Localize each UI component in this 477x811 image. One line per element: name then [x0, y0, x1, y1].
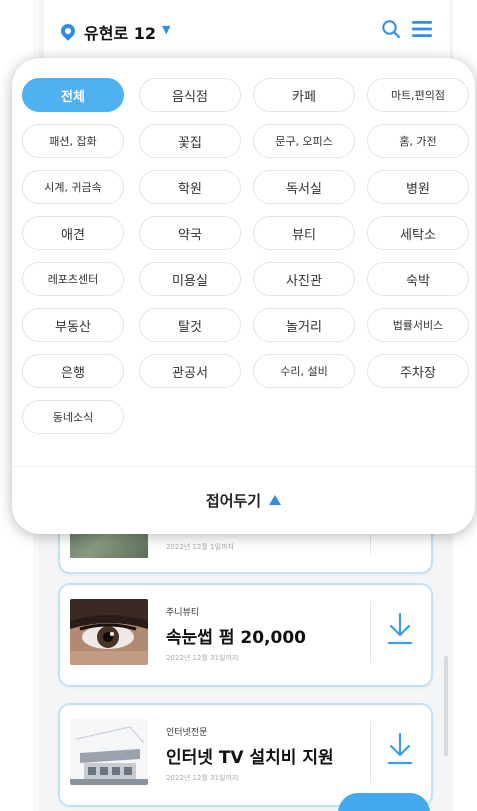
category-chip-real-estate[interactable]: 부동산 — [22, 308, 124, 342]
category-chip-mart[interactable]: 마트,편의점 — [367, 78, 469, 112]
panel-divider — [12, 466, 475, 467]
category-chip-watch[interactable]: 시계, 귀금속 — [22, 170, 124, 204]
category-chip-restaurant[interactable]: 음식점 — [139, 78, 241, 112]
category-chip-cafe[interactable]: 카페 — [253, 78, 355, 112]
category-chip-home[interactable]: 홈, 가전 — [367, 124, 469, 158]
search-icon[interactable] — [381, 19, 401, 39]
category-chip-vehicle[interactable]: 탈것 — [139, 308, 241, 342]
location-dropdown-caret[interactable]: ▼ — [162, 23, 170, 36]
category-chip-stationery[interactable]: 문구, 오피스 — [253, 124, 355, 158]
coupon-title: 속눈썹 펌 20,000 — [166, 628, 306, 648]
category-chip-bank[interactable]: 은행 — [22, 354, 124, 388]
download-icon[interactable] — [386, 731, 414, 767]
card-separator — [370, 721, 371, 783]
hamburger-menu-icon[interactable] — [411, 20, 433, 38]
card-date: 2022년 12월 31일까지 — [166, 654, 239, 662]
category-chip-local-news[interactable]: 동네소식 — [22, 400, 124, 434]
category-chip-flower[interactable]: 꽃집 — [139, 124, 241, 158]
card-separator — [370, 601, 371, 663]
category-chip-reading-room[interactable]: 독서실 — [253, 170, 355, 204]
category-chip-pet[interactable]: 애견 — [22, 216, 124, 250]
category-chip-repair[interactable]: 수리, 설비 — [253, 354, 355, 388]
business-name: 주니뷰티 — [166, 608, 200, 618]
category-chip-pharmacy[interactable]: 약국 — [139, 216, 241, 250]
eye-photo-thumbnail — [70, 599, 148, 665]
floating-action-button[interactable] — [338, 793, 430, 811]
category-chip-parking[interactable]: 주차장 — [367, 354, 469, 388]
coupon-card-2[interactable]: 주니뷰티 속눈썹 펌 20,000 2022년 12월 31일까지 — [58, 583, 433, 687]
category-chip-hospital[interactable]: 병원 — [367, 170, 469, 204]
category-chip-fashion[interactable]: 패션, 잡화 — [22, 124, 124, 158]
download-icon[interactable] — [386, 611, 414, 647]
card-date: 2022년 12월 1일까지 — [166, 543, 234, 551]
category-chip-all[interactable]: 전체 — [22, 78, 124, 112]
category-chip-laundry[interactable]: 세탁소 — [367, 216, 469, 250]
fold-label: 접어두기 — [205, 491, 262, 510]
scrollbar[interactable] — [444, 656, 448, 756]
business-name: 인터넷전문 — [166, 728, 208, 738]
location-label[interactable]: 유현로 12 — [84, 20, 156, 44]
location-pin-icon — [58, 21, 78, 41]
coupon-title: 인터넷 TV 설치비 지원 — [166, 748, 334, 768]
card-date: 2022년 12월 31일까지 — [166, 774, 239, 782]
top-header: 유현로 12 ▼ — [44, 0, 450, 62]
category-chip-photo-studio[interactable]: 사진관 — [253, 262, 355, 296]
category-chip-entertainment[interactable]: 놀거리 — [253, 308, 355, 342]
category-chip-lodging[interactable]: 숙박 — [367, 262, 469, 296]
coupon-card-3[interactable]: 인터넷전문 인터넷 TV 설치비 지원 2022년 12월 31일까지 — [58, 703, 433, 807]
chevron-up-icon — [269, 495, 282, 505]
category-chip-sports[interactable]: 레포츠센터 — [22, 262, 124, 296]
category-chip-beauty[interactable]: 뷰티 — [253, 216, 355, 250]
category-chip-government[interactable]: 관공서 — [139, 354, 241, 388]
fold-button[interactable]: 접어두기 — [12, 480, 475, 520]
category-chip-hair-salon[interactable]: 미용실 — [139, 262, 241, 296]
category-panel: 전체 음식점 카페 마트,편의점 패션, 잡화 꽃집 문구, 오피스 홈, 가전… — [12, 58, 475, 534]
category-chip-legal[interactable]: 법률서비스 — [367, 308, 469, 342]
category-chip-academy[interactable]: 학원 — [139, 170, 241, 204]
building-photo-thumbnail — [70, 719, 148, 785]
